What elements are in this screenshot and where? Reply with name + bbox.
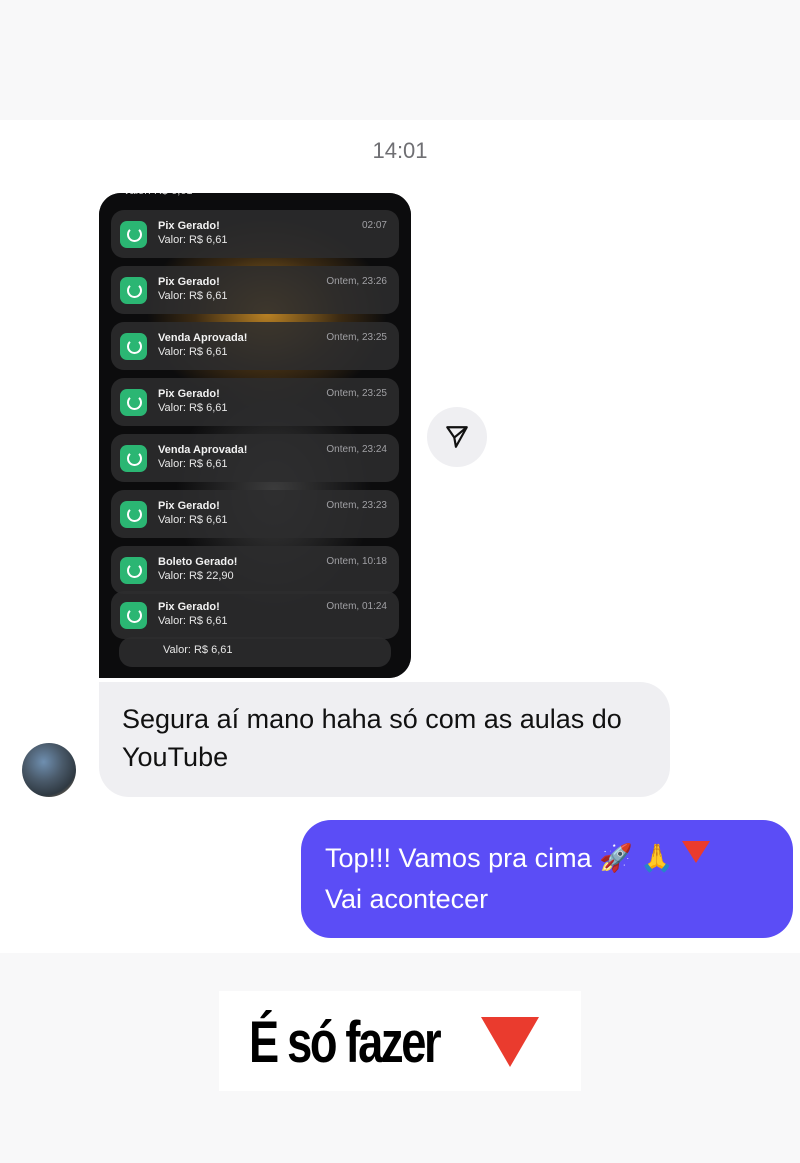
notification-time: Ontem, 23:25 [326,388,387,399]
payment-app-icon [120,602,147,629]
notification-title: Pix Gerado! [158,500,220,512]
red-triangle-icon [481,1017,539,1067]
notification-title: Pix Gerado! [158,276,220,288]
caption-sticker: É só fazer [219,991,581,1091]
notification-card: Venda Aprovada! Valor: R$ 6,61 Ontem, 23… [111,434,399,482]
notification-time: Ontem, 23:23 [326,500,387,511]
notification-value: Valor: R$ 22,90 [158,570,234,582]
payment-app-icon [120,277,147,304]
payment-app-icon [120,333,147,360]
notification-title: Venda Aprovada! [158,332,248,344]
message-timestamp: 14:01 [372,138,428,163]
notification-value: Valor: R$ 6,61 [158,514,228,526]
notification-value: Valor: R$ 6,61 [158,290,228,302]
header-area [0,0,800,120]
payment-app-icon [120,221,147,248]
notification-value: Valor: R$ 6,61 [158,402,228,414]
notification-title: Pix Gerado! [158,601,220,613]
payment-app-icon [120,445,147,472]
notification-title: Boleto Gerado! [158,556,238,568]
notification-time: Ontem, 23:25 [326,332,387,343]
notification-time: Ontem, 23:24 [326,444,387,455]
red-triangle-icon [681,841,710,863]
send-icon [446,426,468,448]
notification-value: Valor: R$ 6,61 [158,458,228,470]
share-button[interactable] [427,407,487,467]
received-message-text: Segura aí mano haha só com as aulas do Y… [122,704,622,772]
notification-card: Boleto Gerado! Valor: R$ 22,90 Ontem, 10… [111,546,399,594]
sent-message-bubble[interactable]: Top!!! Vamos pra cima 🚀 🙏 Vai acontecer [301,820,793,938]
notification-value: Valor: R$ 6,61 [158,615,228,627]
sent-message-line1: Top!!! Vamos pra cima 🚀 🙏 [325,843,674,873]
notification-card: Pix Gerado! Valor: R$ 6,61 02:07 [111,210,399,258]
notification-value: Valor: R$ 6,61 [163,644,233,656]
caption-text: É só fazer [249,1010,442,1075]
notification-time: 02:07 [361,220,387,231]
shared-screenshot[interactable]: Valor: R$ 6,61 Pix Gerado! Valor: R$ 6,6… [99,193,411,678]
received-message-bubble[interactable]: Segura aí mano haha só com as aulas do Y… [99,682,670,797]
payment-app-icon [120,501,147,528]
avatar[interactable] [22,743,76,797]
cut-notification-text: Valor: R$ 6,61 [123,193,373,201]
notification-card: Venda Aprovada! Valor: R$ 6,61 Ontem, 23… [111,322,399,370]
payment-app-icon [120,557,147,584]
notification-card-stacked: Valor: R$ 6,61 [119,637,391,667]
notification-card: Pix Gerado! Valor: R$ 6,61 Ontem, 23:25 [111,378,399,426]
notification-value: Valor: R$ 6,61 [158,346,228,358]
notification-card: Pix Gerado! Valor: R$ 6,61 Ontem, 23:26 [111,266,399,314]
notification-card: Pix Gerado! Valor: R$ 6,61 Ontem, 01:24 [111,591,399,639]
notification-title: Pix Gerado! [158,220,220,232]
notification-value: Valor: R$ 6,61 [158,234,228,246]
notification-time: Ontem, 01:24 [326,601,387,612]
sent-message-text: Top!!! Vamos pra cima 🚀 🙏 Vai acontecer [325,838,785,920]
notification-card: Pix Gerado! Valor: R$ 6,61 Ontem, 23:23 [111,490,399,538]
notification-title: Pix Gerado! [158,388,220,400]
payment-app-icon [120,389,147,416]
sent-message-line2: Vai acontecer [325,884,489,914]
notification-time: Ontem, 23:26 [326,276,387,287]
notification-title: Venda Aprovada! [158,444,248,456]
notification-time: Ontem, 10:18 [326,556,387,567]
